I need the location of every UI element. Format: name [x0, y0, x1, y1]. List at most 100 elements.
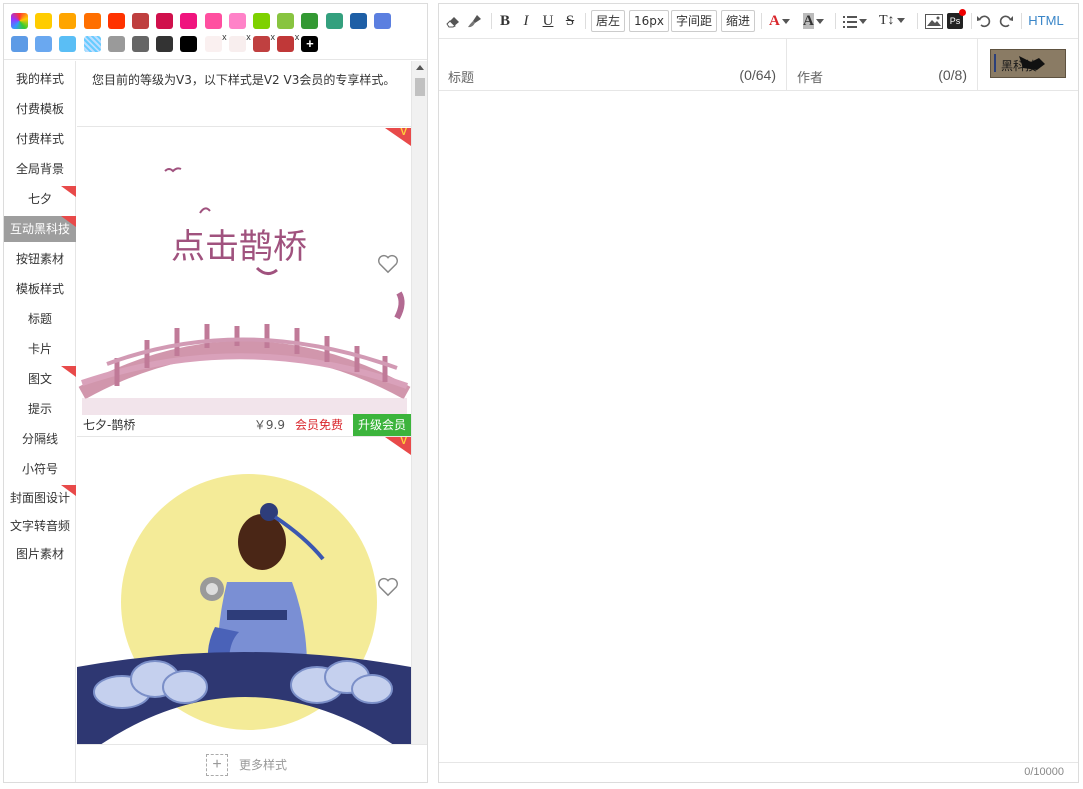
- article-meta-row: 标题 (0/64) 作者 (0/8) 黑科技: [439, 39, 1078, 91]
- category-item[interactable]: 文字转音频: [4, 513, 76, 539]
- category-item[interactable]: 我的样式: [4, 66, 76, 92]
- list-button[interactable]: [843, 10, 871, 32]
- color-swatch[interactable]: [325, 13, 343, 29]
- line-height-button[interactable]: T↕: [879, 10, 909, 32]
- color-swatch[interactable]: [349, 13, 367, 29]
- category-item[interactable]: 分隔线: [4, 426, 76, 452]
- favorite-heart-icon[interactable]: [377, 577, 399, 597]
- color-swatch[interactable]: [107, 13, 125, 29]
- category-label: 图片素材: [15, 547, 64, 561]
- add-color-button[interactable]: +: [301, 36, 319, 52]
- align-left-button[interactable]: 居左: [591, 10, 626, 32]
- undo-icon[interactable]: [977, 14, 991, 28]
- color-swatch[interactable]: [35, 13, 53, 29]
- editor-content-area[interactable]: [439, 92, 1078, 762]
- favorite-heart-icon[interactable]: [377, 254, 399, 274]
- eraser-icon[interactable]: [445, 13, 461, 29]
- color-wheel-swatch[interactable]: [11, 13, 28, 29]
- remove-color-icon[interactable]: x: [222, 33, 227, 42]
- html-mode-button[interactable]: HTML: [1027, 10, 1065, 32]
- bold-button[interactable]: B: [497, 10, 513, 32]
- color-swatch[interactable]: x: [204, 33, 227, 52]
- more-styles-button[interactable]: + 更多样式: [77, 744, 427, 782]
- category-item[interactable]: 互动黑科技: [4, 216, 76, 242]
- font-color-button[interactable]: A: [769, 10, 797, 32]
- category-item[interactable]: 封面图设计: [4, 485, 76, 511]
- title-input[interactable]: 标题 (0/64): [439, 39, 787, 90]
- color-swatch[interactable]: [374, 13, 391, 29]
- color-swatch[interactable]: [180, 13, 198, 29]
- category-item[interactable]: 小符号: [4, 456, 76, 482]
- category-item[interactable]: 付费样式: [4, 126, 76, 152]
- category-item[interactable]: 模板样式: [4, 276, 76, 302]
- style-list: 您目前的等级为V3，以下样式是V2 V3会员的专享样式。 V 点击鹊桥 七夕-鹊…: [77, 61, 427, 744]
- category-item[interactable]: 七夕: [4, 186, 76, 212]
- category-item[interactable]: 提示: [4, 396, 76, 422]
- card-preview-image: [77, 474, 411, 744]
- color-swatch[interactable]: [132, 13, 149, 29]
- category-label: 图文: [27, 372, 52, 386]
- author-char-count: (0/8): [938, 67, 967, 83]
- color-swatch[interactable]: [59, 13, 77, 29]
- scroll-thumb[interactable]: [415, 78, 425, 96]
- color-swatch[interactable]: [301, 13, 319, 29]
- card-preview-image: 点击鹊桥: [78, 167, 411, 415]
- color-swatch[interactable]: [156, 36, 174, 52]
- color-swatch[interactable]: [132, 36, 149, 52]
- background-color-button[interactable]: A: [803, 10, 831, 32]
- color-swatch[interactable]: [83, 13, 101, 29]
- underline-button[interactable]: U: [541, 10, 555, 32]
- category-label: 标题: [27, 312, 52, 326]
- category-item[interactable]: 图文: [4, 366, 76, 392]
- style-list-scrollbar[interactable]: [411, 61, 427, 744]
- scroll-up-arrow-icon[interactable]: [416, 65, 424, 70]
- category-item[interactable]: 按钮素材: [4, 246, 76, 272]
- font-size-button[interactable]: 16px: [629, 10, 669, 32]
- category-label: 模板样式: [15, 282, 64, 296]
- image-icon[interactable]: [925, 14, 943, 29]
- category-label: 分隔线: [21, 432, 58, 446]
- cover-image-thumbnail[interactable]: 黑科技: [990, 49, 1066, 78]
- category-item[interactable]: 付费模板: [4, 96, 76, 122]
- member-notice: 您目前的等级为V3，以下样式是V2 V3会员的专享样式。: [77, 61, 411, 127]
- color-swatch[interactable]: x: [277, 33, 299, 52]
- color-swatch[interactable]: [59, 36, 77, 52]
- style-card[interactable]: V: [77, 437, 411, 744]
- color-swatch[interactable]: [277, 13, 295, 29]
- hot-badge-icon: [61, 186, 76, 197]
- upgrade-member-button[interactable]: 升级会员: [353, 414, 411, 436]
- author-label: 作者: [797, 71, 824, 86]
- category-item[interactable]: 全局背景: [4, 156, 76, 182]
- remove-color-icon[interactable]: x: [271, 33, 276, 42]
- remove-color-icon[interactable]: x: [295, 33, 300, 42]
- style-card[interactable]: V 点击鹊桥 七夕-鹊桥 ￥9.9 会员免费 升级会员: [77, 128, 411, 437]
- remove-color-icon[interactable]: x: [246, 33, 251, 42]
- category-label: 提示: [27, 402, 52, 416]
- strikethrough-button[interactable]: S: [563, 10, 577, 32]
- color-swatch[interactable]: [107, 36, 125, 52]
- color-swatch[interactable]: [228, 13, 246, 29]
- card-price: ￥9.9: [253, 418, 285, 432]
- color-swatch[interactable]: [204, 13, 222, 29]
- color-swatch[interactable]: [180, 36, 198, 52]
- color-swatch[interactable]: [253, 13, 270, 29]
- color-swatch[interactable]: [156, 13, 174, 29]
- format-brush-icon[interactable]: [467, 13, 483, 29]
- color-swatch[interactable]: x: [253, 33, 275, 52]
- toolbar-divider: [917, 13, 918, 29]
- category-label: 文字转音频: [9, 519, 70, 533]
- pattern-swatch[interactable]: [83, 36, 101, 52]
- category-label: 付费模板: [15, 102, 64, 116]
- category-item[interactable]: 标题: [4, 306, 76, 332]
- indent-button[interactable]: 缩进: [721, 10, 756, 32]
- category-item[interactable]: 图片素材: [4, 541, 76, 567]
- letter-spacing-button[interactable]: 字间距: [671, 10, 718, 32]
- redo-icon[interactable]: [999, 14, 1013, 28]
- italic-button[interactable]: I: [519, 10, 533, 32]
- author-input[interactable]: 作者 (0/8): [788, 39, 978, 90]
- color-swatch[interactable]: [11, 36, 28, 52]
- list-icon: [843, 15, 857, 28]
- color-swatch[interactable]: [35, 36, 53, 52]
- category-item[interactable]: 卡片: [4, 336, 76, 362]
- color-swatch[interactable]: x: [228, 33, 251, 52]
